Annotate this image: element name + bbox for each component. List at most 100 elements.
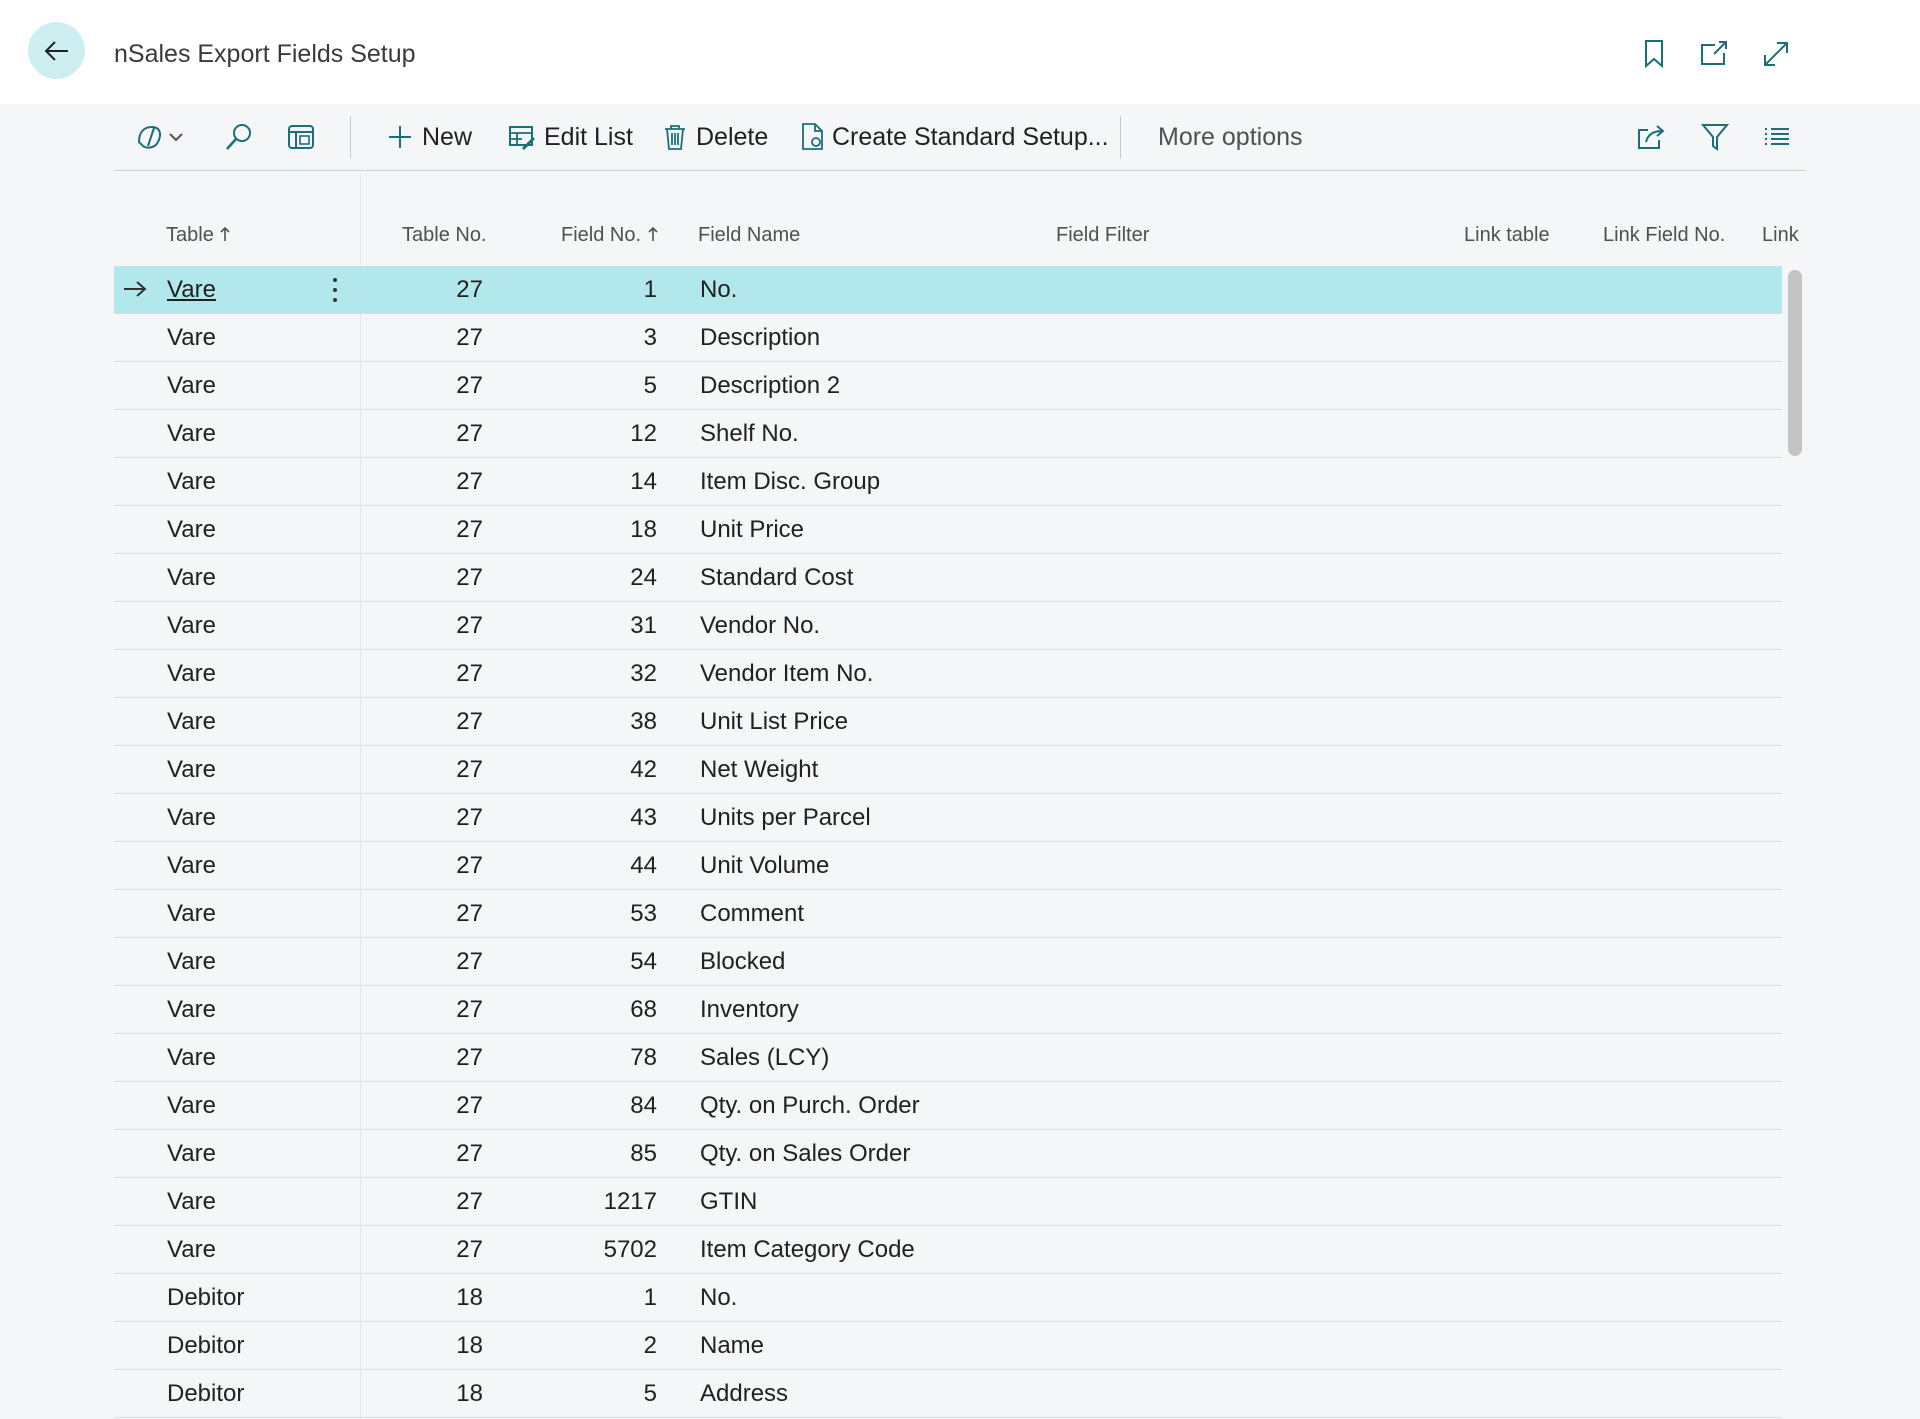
table-row[interactable]: Vare 27 14 Item Disc. Group <box>114 458 1782 506</box>
row-actions-menu-icon[interactable] <box>330 276 340 304</box>
table-no-cell: 27 <box>456 660 483 687</box>
table-no-cell: 27 <box>456 420 483 447</box>
search-button[interactable] <box>224 104 254 170</box>
expand-button[interactable] <box>1758 36 1794 72</box>
table-row[interactable]: Vare 27 44 Unit Volume <box>114 842 1782 890</box>
field-name-cell: Item Category Code <box>700 1236 915 1263</box>
bookmark-button[interactable] <box>1636 36 1672 72</box>
table-row[interactable]: Vare 27 85 Qty. on Sales Order <box>114 1130 1782 1178</box>
field-no-cell: 44 <box>630 852 657 879</box>
vertical-scrollbar[interactable] <box>1788 270 1802 456</box>
table-cell: Vare <box>167 1236 216 1263</box>
search-icon <box>226 124 251 150</box>
table-cell: Vare <box>167 852 216 879</box>
table-row[interactable]: Vare 27 5702 Item Category Code <box>114 1226 1782 1274</box>
table-row[interactable]: Debitor 18 5 Address <box>114 1370 1782 1418</box>
table-cell: Vare <box>167 1140 216 1167</box>
share-icon <box>1638 125 1665 149</box>
table-no-cell: 27 <box>456 324 483 351</box>
filter-icon <box>1700 124 1730 151</box>
table-no-cell: 27 <box>456 1140 483 1167</box>
table-row[interactable]: Vare 27 54 Blocked <box>114 938 1782 986</box>
share-button[interactable] <box>1636 104 1666 170</box>
table-row[interactable]: Vare 27 78 Sales (LCY) <box>114 1034 1782 1082</box>
column-header-link-partial[interactable]: Link I <box>1762 224 1806 247</box>
table-row[interactable]: Vare 27 24 Standard Cost <box>114 554 1782 602</box>
row-indicator-arrow-icon <box>124 281 147 297</box>
table-row[interactable]: Vare 27 12 Shelf No. <box>114 410 1782 458</box>
create-standard-setup-button[interactable]: Create Standard Setup... <box>800 104 1109 170</box>
column-header-field-filter[interactable]: Field Filter <box>1056 224 1149 247</box>
page-header: nSales Export Fields Setup <box>0 0 1920 104</box>
table-cell: Vare <box>167 900 216 927</box>
table-no-cell: 27 <box>456 948 483 975</box>
field-name-cell: Name <box>700 1332 765 1359</box>
table-cell: Vare <box>167 612 216 639</box>
expand-icon <box>1764 42 1788 66</box>
list-view-button[interactable] <box>1762 104 1792 170</box>
table-cell: Debitor <box>167 1380 245 1407</box>
column-header-table[interactable]: Table <box>166 224 231 247</box>
table-cell: Vare <box>167 1044 216 1071</box>
table-cell: Vare <box>167 756 216 783</box>
column-header-table-no[interactable]: Table No. <box>402 224 487 247</box>
table-row[interactable]: Vare 27 31 Vendor No. <box>114 602 1782 650</box>
table-cell: Vare <box>167 324 216 351</box>
table-cell: Vare <box>167 948 216 975</box>
table-row[interactable]: Vare 27 18 Unit Price <box>114 506 1782 554</box>
table-row[interactable]: Vare 27 84 Qty. on Purch. Order <box>114 1082 1782 1130</box>
field-name-cell: Units per Parcel <box>700 804 871 831</box>
layout-button[interactable] <box>286 104 316 170</box>
table-cell: Vare <box>167 564 216 591</box>
copilot-icon <box>137 125 183 149</box>
menu-dot <box>333 298 337 302</box>
field-name-cell: No. <box>700 1284 738 1311</box>
field-no-cell: 1 <box>643 276 657 303</box>
filter-button[interactable] <box>1700 104 1730 170</box>
table-cell: Vare <box>167 1188 216 1215</box>
edit-list-button[interactable]: Edit List <box>508 104 633 170</box>
column-header-field-no[interactable]: Field No. <box>561 224 659 247</box>
table-row[interactable]: Vare 27 5 Description 2 <box>114 362 1782 410</box>
table-cell: Vare <box>167 468 216 495</box>
column-header-link-field-no[interactable]: Link Field No. <box>1603 224 1725 247</box>
field-name-cell: Qty. on Purch. Order <box>700 1092 920 1119</box>
table-row[interactable]: Vare 27 42 Net Weight <box>114 746 1782 794</box>
more-options-button[interactable]: More options <box>1158 104 1303 170</box>
field-no-cell: 68 <box>630 996 657 1023</box>
table-row[interactable]: Vare 27 1 No. <box>114 266 1782 314</box>
field-name-cell: Vendor No. <box>700 612 821 639</box>
column-header-field-name[interactable]: Field Name <box>698 224 800 247</box>
table-row[interactable]: Vare 27 68 Inventory <box>114 986 1782 1034</box>
field-name-cell: Net Weight <box>700 756 819 783</box>
table-no-cell: 27 <box>456 756 483 783</box>
column-header-link-table[interactable]: Link table <box>1464 224 1550 247</box>
copilot-button[interactable] <box>134 104 186 170</box>
field-no-cell: 12 <box>630 420 657 447</box>
open-new-window-button[interactable] <box>1696 36 1732 72</box>
table-row[interactable]: Vare 27 53 Comment <box>114 890 1782 938</box>
table-cell[interactable]: Vare <box>167 266 216 313</box>
table-no-cell: 27 <box>456 804 483 831</box>
table-row[interactable]: Debitor 18 1 No. <box>114 1274 1782 1322</box>
table-no-cell: 27 <box>456 900 483 927</box>
table-row[interactable]: Debitor 18 2 Name <box>114 1322 1782 1370</box>
back-button[interactable] <box>28 22 85 79</box>
table-no-cell: 27 <box>456 372 483 399</box>
table-row[interactable]: Vare 27 32 Vendor Item No. <box>114 650 1782 698</box>
table-row[interactable]: Vare 27 43 Units per Parcel <box>114 794 1782 842</box>
table-row[interactable]: Vare 27 38 Unit List Price <box>114 698 1782 746</box>
field-name-cell: Blocked <box>700 948 786 975</box>
field-no-cell: 3 <box>643 324 657 351</box>
table-row[interactable]: Vare 27 1217 GTIN <box>114 1178 1782 1226</box>
field-name-cell: Description <box>700 324 821 351</box>
open-new-window-icon <box>1701 41 1727 65</box>
delete-button[interactable]: Delete <box>662 104 768 170</box>
field-name-cell: Inventory <box>700 996 799 1023</box>
table-row[interactable]: Vare 27 3 Description <box>114 314 1782 362</box>
more-options-label: More options <box>1158 122 1303 151</box>
new-button[interactable]: New <box>386 104 472 170</box>
field-name-cell: Unit Volume <box>700 852 830 879</box>
field-no-cell: 5 <box>643 372 657 399</box>
field-name-cell: Shelf No. <box>700 420 799 447</box>
